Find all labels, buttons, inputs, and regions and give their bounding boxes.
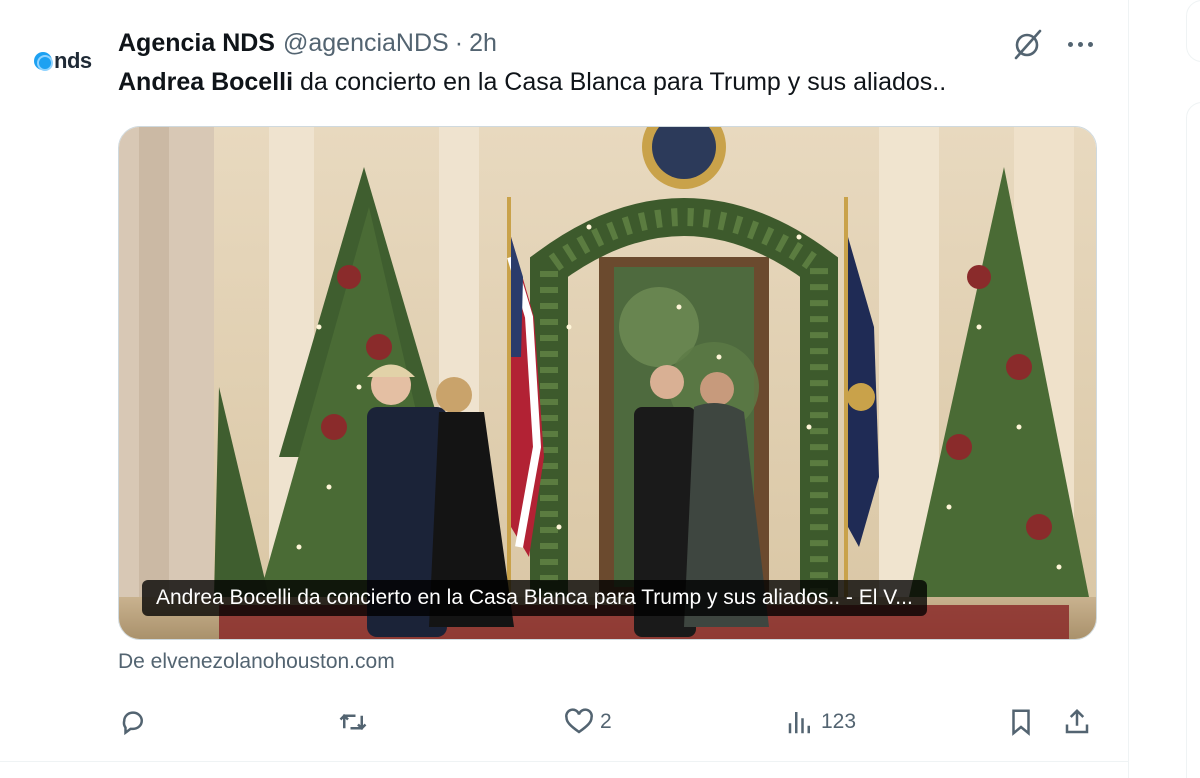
link-card-image[interactable] [118,126,1097,640]
column-divider [1128,0,1129,778]
views-count: 123 [821,710,857,733]
more-icon[interactable] [1062,30,1098,58]
grok-icon[interactable] [1012,28,1044,60]
author-name[interactable]: Agencia NDS [118,29,275,58]
views-icon [788,712,810,734]
link-card-source[interactable]: De elvenezolanohouston.com [118,650,395,674]
like-button[interactable]: 2 [564,700,612,744]
retweet-button[interactable] [338,700,374,744]
author-handle[interactable]: @agenciaNDS [283,29,449,58]
tweet-text-bold[interactable]: Andrea Bocelli [118,68,293,96]
tweet[interactable]: nds Agencia NDS @agenciaNDS · 2h Andrea … [0,0,1128,762]
tweet-divider [0,761,1128,762]
link-card-caption[interactable]: Andrea Bocelli da concierto en la Casa B… [142,580,927,616]
share-button[interactable] [1062,700,1092,744]
reply-button[interactable] [118,700,154,744]
views-button[interactable]: 123 [785,700,856,744]
like-count: 2 [600,710,612,733]
bookmark-button[interactable] [1006,700,1036,744]
tweet-text-rest: da concierto en la Casa Blanca para Trum… [293,68,947,96]
tweet-text: Andrea Bocelli da concierto en la Casa B… [118,68,946,97]
timestamp[interactable]: 2h [469,29,497,58]
avatar-text: nds [54,48,92,73]
separator: · [454,28,464,57]
sidebar-panel [1186,102,1200,778]
heart-icon [565,708,593,734]
tweet-actions: 2 123 [118,700,1098,744]
nds-logo-icon [34,52,53,71]
tweet-header: Agencia NDS @agenciaNDS · 2h [118,26,497,60]
share-icon [1065,708,1089,734]
bookmark-icon [1012,709,1030,736]
retweet-icon [339,713,367,731]
reply-icon [122,711,144,736]
sidebar-search-box[interactable] [1186,0,1200,62]
author-avatar[interactable]: nds [30,36,100,86]
